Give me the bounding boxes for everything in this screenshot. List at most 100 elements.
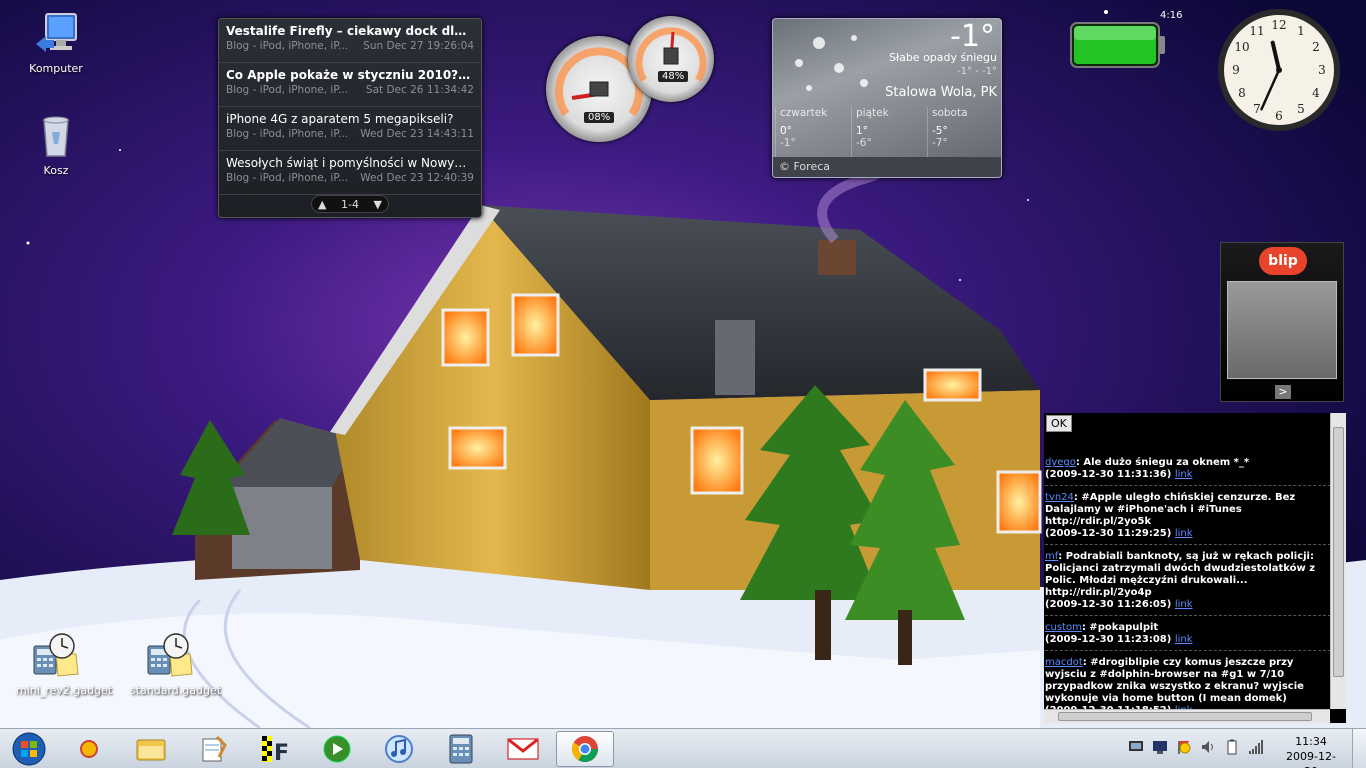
- weather-provider[interactable]: © Foreca: [773, 157, 1001, 177]
- taskbar-clock[interactable]: 11:34 2009-12-30: [1282, 734, 1340, 768]
- taskbar-formula-app[interactable]: F: [246, 731, 304, 767]
- post-text: : Ale dużo śniegu za oknem *_*: [1075, 457, 1250, 468]
- post-user[interactable]: custom: [1045, 622, 1082, 633]
- weather-city[interactable]: Stalowa Wola, PK: [885, 85, 997, 100]
- formula-app-icon: F: [262, 736, 289, 764]
- post-text: : #drogiblipie czy komus jeszcze przy wy…: [1045, 657, 1304, 704]
- forecast-day: piątek 1° -6°: [851, 107, 925, 157]
- forecast-day-name: piątek: [856, 107, 889, 119]
- forecast-high: 1°: [856, 125, 868, 137]
- forecast-low: -1°: [780, 137, 796, 149]
- scrollbar-thumb[interactable]: [1058, 712, 1312, 721]
- taskbar-itunes[interactable]: [370, 731, 428, 767]
- chrome-icon: [571, 736, 599, 763]
- volume-icon[interactable]: [1200, 739, 1216, 755]
- rss-item-date: Sat Dec 26 11:34:42: [365, 84, 474, 96]
- gauge-dial-icon: [635, 27, 707, 82]
- desktop-icon-gadget-mini[interactable]: mini_rev2.gadget: [16, 632, 112, 697]
- post-text: : #pokapulpit: [1081, 622, 1159, 633]
- prev-page-icon[interactable]: ▲: [318, 198, 326, 211]
- gmail-icon: [507, 738, 539, 760]
- post-user[interactable]: tvn24: [1045, 492, 1074, 503]
- tray-monitor-icon[interactable]: [1152, 739, 1168, 755]
- desktop-icon-label: standard.gadget: [130, 684, 222, 697]
- desktop-icon-recycle-bin[interactable]: Kosz: [16, 112, 96, 177]
- svg-text:F: F: [274, 741, 289, 764]
- svg-text:7: 7: [1253, 102, 1261, 116]
- gadget-file-icon: [146, 632, 194, 680]
- battery-tray-icon[interactable]: [1224, 739, 1240, 755]
- recycle-bin-icon: [32, 112, 80, 160]
- rss-item-source: Blog - iPod, iPhone, iP...: [226, 84, 349, 96]
- post-link[interactable]: link: [1175, 634, 1193, 645]
- windows-logo-icon: [12, 732, 46, 766]
- post-link[interactable]: link: [1175, 528, 1193, 539]
- taskbar-gmail[interactable]: [494, 731, 552, 767]
- vertical-scrollbar[interactable]: [1330, 413, 1346, 709]
- ok-button[interactable]: OK: [1046, 415, 1072, 432]
- desktop-icon-gadget-standard[interactable]: standard.gadget: [130, 632, 222, 697]
- forecast-day-name: sobota: [932, 107, 968, 119]
- rss-item-date: Wed Dec 23 12:40:39: [360, 172, 474, 184]
- rss-item[interactable]: Co Apple pokaże w styczniu 2010? Table..…: [219, 63, 481, 107]
- svg-text:12: 12: [1271, 18, 1286, 32]
- rss-item-source: Blog - iPod, iPhone, iP...: [226, 40, 349, 52]
- rss-item[interactable]: Wesołych świąt i pomyślności w Nowym R..…: [219, 151, 481, 195]
- taskbar-chrome[interactable]: [556, 731, 614, 767]
- taskbar-sun-app[interactable]: [60, 731, 118, 767]
- taskbar-calculator[interactable]: [432, 731, 490, 767]
- gadget-file-icon: [32, 632, 80, 680]
- memory-gauge: 48%: [628, 16, 714, 102]
- desktop-icon-label: Kosz: [43, 164, 69, 177]
- taskbar-media-player[interactable]: [308, 731, 366, 767]
- windows-media-player-icon: [323, 735, 351, 763]
- post-user[interactable]: mf: [1045, 551, 1058, 562]
- battery-time: 4:16: [1160, 10, 1183, 21]
- rss-item[interactable]: Vestalife Firefly – ciekawy dock dla iPo…: [219, 19, 481, 63]
- feed-posts: dyego: Ale dużo śniegu za oknem *_* (200…: [1045, 457, 1331, 723]
- windows-explorer-icon: [136, 739, 166, 761]
- svg-text:6: 6: [1275, 109, 1283, 123]
- blip-feed-panel: OK dyego: Ale dużo śniegu za oknem *_* (…: [1044, 413, 1346, 723]
- forecast-high: 0°: [780, 125, 792, 137]
- svg-text:10: 10: [1234, 40, 1249, 54]
- rss-item[interactable]: iPhone 4G z aparatem 5 megapikseli? Blog…: [219, 107, 481, 151]
- post-link[interactable]: link: [1175, 599, 1193, 610]
- svg-text:2: 2: [1312, 40, 1320, 54]
- action-center-flag-icon[interactable]: [1176, 739, 1192, 755]
- forecast-day: czwartek 0° -1°: [775, 107, 849, 157]
- start-button[interactable]: [0, 731, 58, 767]
- rss-item-date: Wed Dec 23 14:43:11: [360, 128, 474, 140]
- scrollbar-thumb[interactable]: [1333, 427, 1344, 677]
- horizontal-scrollbar[interactable]: [1044, 709, 1330, 723]
- temperature-range: -1° - -1°: [957, 66, 997, 77]
- rss-item-title: Co Apple pokaże w styczniu 2010? Table..…: [226, 68, 474, 82]
- post-time: (2009-12-30 11:31:36): [1045, 469, 1172, 480]
- svg-text:8: 8: [1238, 86, 1246, 100]
- blip-avatar: [1227, 281, 1337, 379]
- tray-app-icon[interactable]: [1128, 739, 1144, 755]
- desktop-icon-label: Komputer: [29, 62, 83, 75]
- post-link[interactable]: link: [1175, 469, 1193, 480]
- blip-next-button[interactable]: >: [1275, 385, 1291, 399]
- rss-item-source: Blog - iPod, iPhone, iP...: [226, 172, 349, 184]
- blip-gadget: blip >: [1220, 242, 1344, 402]
- taskbar-explorer[interactable]: [122, 731, 180, 767]
- rss-feed-gadget: Vestalife Firefly – ciekawy dock dla iPo…: [218, 18, 482, 218]
- current-temperature: -1°: [950, 19, 995, 54]
- weather-condition: Słabe opady śniegu: [888, 51, 997, 64]
- forecast-day: sobota -5° -7°: [927, 107, 1001, 157]
- desktop-icon-computer[interactable]: Komputer: [16, 10, 96, 75]
- post-user[interactable]: dyego: [1045, 457, 1076, 468]
- svg-text:1: 1: [1297, 24, 1305, 38]
- notepad-icon: [202, 735, 227, 762]
- rss-pager: ▲ 1-4 ▼: [311, 195, 389, 213]
- next-page-icon[interactable]: ▼: [374, 198, 382, 211]
- network-signal-icon[interactable]: [1248, 739, 1264, 755]
- post-user[interactable]: macdot: [1045, 657, 1083, 668]
- post-time: (2009-12-30 11:23:08): [1045, 634, 1172, 645]
- rss-item-source: Blog - iPod, iPhone, iP...: [226, 128, 349, 140]
- show-desktop-button[interactable]: [1352, 729, 1366, 768]
- taskbar-notepad[interactable]: [184, 731, 242, 767]
- svg-text:5: 5: [1297, 102, 1305, 116]
